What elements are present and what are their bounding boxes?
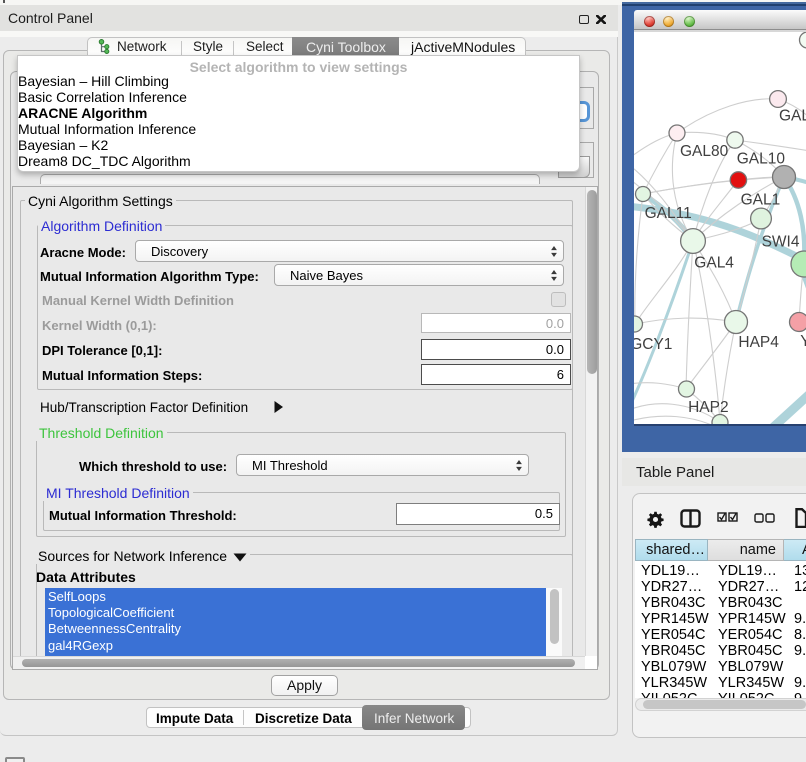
svg-text:HAP2: HAP2	[688, 399, 729, 416]
svg-text:HAP4: HAP4	[738, 334, 779, 351]
svg-text:Y: Y	[800, 333, 806, 350]
svg-text:GCY1: GCY1	[634, 336, 672, 353]
svg-text:GAL4: GAL4	[694, 255, 734, 272]
svg-text:SWI4: SWI4	[762, 234, 800, 251]
svg-text:GAL80: GAL80	[680, 143, 729, 160]
svg-text:GAL1: GAL1	[741, 192, 781, 209]
svg-text:GAL7: GAL7	[779, 108, 806, 125]
svg-text:GAL10: GAL10	[737, 151, 786, 168]
svg-text:GAL11: GAL11	[645, 205, 692, 222]
